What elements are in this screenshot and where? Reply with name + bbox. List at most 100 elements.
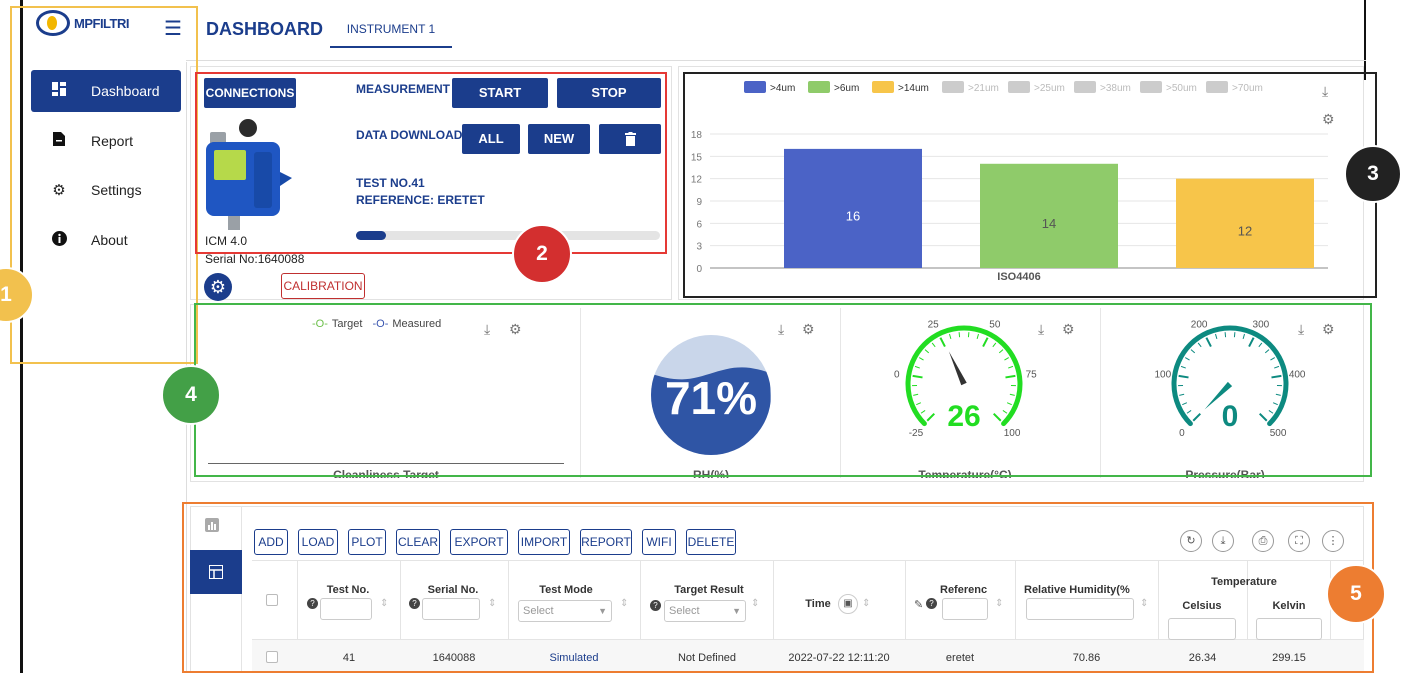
instrument-settings-button[interactable]: ⚙ xyxy=(204,273,232,301)
sidebar-item-dashboard[interactable]: Dashboard xyxy=(31,70,181,112)
wifi-button[interactable]: WIFI xyxy=(642,529,676,555)
gauge-tick xyxy=(1190,349,1196,354)
cell-time: 2022-07-22 12:11:20 xyxy=(788,652,890,664)
instrument-serial: Serial No:1640088 xyxy=(205,252,305,266)
calendar-icon[interactable]: ▣ xyxy=(838,594,858,614)
sort-icon[interactable]: ⇕ xyxy=(380,598,388,609)
sidebar-item-settings[interactable]: ⚙ Settings xyxy=(31,169,181,211)
trash-icon xyxy=(624,132,636,149)
gear-icon[interactable]: ⚙ xyxy=(802,321,815,338)
gauge-tick xyxy=(1192,412,1202,422)
sort-icon[interactable]: ⇕ xyxy=(620,598,628,609)
connections-button[interactable]: CONNECTIONS xyxy=(204,78,296,108)
temperature-label: Temperature(°C) xyxy=(918,468,1012,478)
gauge-tick xyxy=(982,337,989,348)
row-checkbox[interactable] xyxy=(266,651,278,663)
load-button[interactable]: LOAD xyxy=(298,529,338,555)
help-icon[interactable]: ? xyxy=(307,598,318,609)
gauge-tick-label: 0 xyxy=(1179,428,1185,439)
gauge-tick xyxy=(1272,402,1278,406)
reference-filter[interactable] xyxy=(942,598,988,620)
sort-icon[interactable]: ⇕ xyxy=(862,598,870,609)
gauge-tick xyxy=(1271,374,1282,379)
add-button[interactable]: ADD xyxy=(254,529,288,555)
gauge-tick xyxy=(1264,349,1270,354)
delete-button[interactable]: DELETE xyxy=(686,529,736,555)
print-icon[interactable]: ⎙ xyxy=(1252,530,1274,552)
start-button[interactable]: START xyxy=(452,78,548,108)
sort-icon[interactable]: ⇕ xyxy=(488,598,496,609)
gear-icon[interactable]: ⚙ xyxy=(1062,321,1075,338)
measured-legend-label: Measured xyxy=(392,318,442,330)
tab-instrument-1[interactable]: INSTRUMENT 1 xyxy=(330,22,452,48)
serial-no-filter[interactable] xyxy=(422,598,480,620)
help-icon[interactable]: ? xyxy=(650,600,661,611)
calibration-button[interactable]: CALIBRATION xyxy=(281,273,365,299)
gauge-tick-label: 300 xyxy=(1253,319,1270,330)
gauge-tick xyxy=(1186,410,1192,414)
celsius-filter[interactable] xyxy=(1168,618,1236,640)
legend-label: >50um xyxy=(1166,83,1197,94)
columns-icon[interactable]: ⋮ xyxy=(1322,530,1344,552)
gauge-tick xyxy=(1178,374,1189,379)
test-mode-select[interactable]: Select ▼ xyxy=(518,600,612,622)
legend-item-1: >6um xyxy=(808,81,859,94)
legend-item-4: >25um xyxy=(1008,81,1065,94)
col-celsius: Celsius xyxy=(1182,600,1222,612)
sidebar: Dashboard Report ⚙ Settings About xyxy=(23,62,187,672)
menu-icon[interactable]: ☰ xyxy=(164,19,182,39)
temperature-gauge: -25 0 25 50 75 100 26 xyxy=(894,319,1037,439)
gear-icon[interactable]: ⚙ xyxy=(509,321,522,338)
sidebar-item-about[interactable]: About xyxy=(31,219,181,261)
gauge-tick xyxy=(1268,410,1274,414)
download-icon[interactable]: ⤓ xyxy=(1212,530,1234,552)
file-icon xyxy=(31,132,87,150)
gauge-tick-label: 25 xyxy=(928,319,940,330)
delete-download-button[interactable] xyxy=(599,124,661,154)
sort-icon[interactable]: ⇕ xyxy=(1140,598,1148,609)
report-button[interactable]: REPORT xyxy=(580,529,632,555)
download-new-button[interactable]: NEW xyxy=(528,124,590,154)
gauge-tick xyxy=(924,349,930,354)
gauge-tick xyxy=(992,412,1002,422)
plot-button[interactable]: PLOT xyxy=(348,529,386,555)
legend-item-5: >38um xyxy=(1074,81,1131,94)
import-button[interactable]: IMPORT xyxy=(518,529,570,555)
help-icon[interactable]: ? xyxy=(409,598,420,609)
col-kelvin: Kelvin xyxy=(1272,600,1306,612)
table-view-button[interactable] xyxy=(190,550,242,594)
export-button[interactable]: EXPORT xyxy=(450,529,508,555)
sidebar-item-report[interactable]: Report xyxy=(31,120,181,162)
cleanliness-axis xyxy=(208,463,564,464)
gauge-tick xyxy=(914,365,920,369)
annotation-marker-3: 3 xyxy=(1344,145,1402,203)
sort-icon[interactable]: ⇕ xyxy=(751,598,759,609)
kelvin-filter[interactable] xyxy=(1256,618,1322,640)
select-all-checkbox[interactable] xyxy=(266,594,278,606)
particle-count-chart: >4um >6um >14um >21um >25um >38um >50um >70um ⤓ ⚙… xyxy=(691,81,1335,283)
grid-icon xyxy=(31,82,87,100)
cell-target-result: Not Defined xyxy=(677,652,737,664)
download-icon[interactable]: ⤓ xyxy=(778,321,784,338)
clear-button[interactable]: CLEAR xyxy=(396,529,440,555)
download-all-button[interactable]: ALL xyxy=(462,124,520,154)
stop-button[interactable]: STOP xyxy=(557,78,661,108)
gauge-tick-label: 400 xyxy=(1289,369,1306,380)
gear-icon[interactable]: ⚙ xyxy=(1322,321,1335,338)
edit-icon[interactable]: ✎ xyxy=(914,598,923,611)
gauge-tick xyxy=(1005,374,1016,379)
fullscreen-icon[interactable]: ⛶ xyxy=(1288,530,1310,552)
gauge-tick-label: 500 xyxy=(1270,428,1287,439)
help-icon[interactable]: ? xyxy=(926,598,937,609)
sort-icon[interactable]: ⇕ xyxy=(995,598,1003,609)
humidity-filter[interactable] xyxy=(1026,598,1134,620)
gauge-tick xyxy=(1002,410,1008,414)
test-no-filter[interactable] xyxy=(320,598,372,620)
target-result-select[interactable]: Select ▼ xyxy=(664,600,746,622)
refresh-icon[interactable]: ↻ xyxy=(1180,530,1202,552)
download-icon[interactable]: ⤓ xyxy=(484,321,490,338)
gauge-tick xyxy=(916,402,922,406)
instrument-image xyxy=(206,119,292,230)
col-time: Time xyxy=(805,598,831,610)
chart-view-icon[interactable] xyxy=(205,518,219,535)
